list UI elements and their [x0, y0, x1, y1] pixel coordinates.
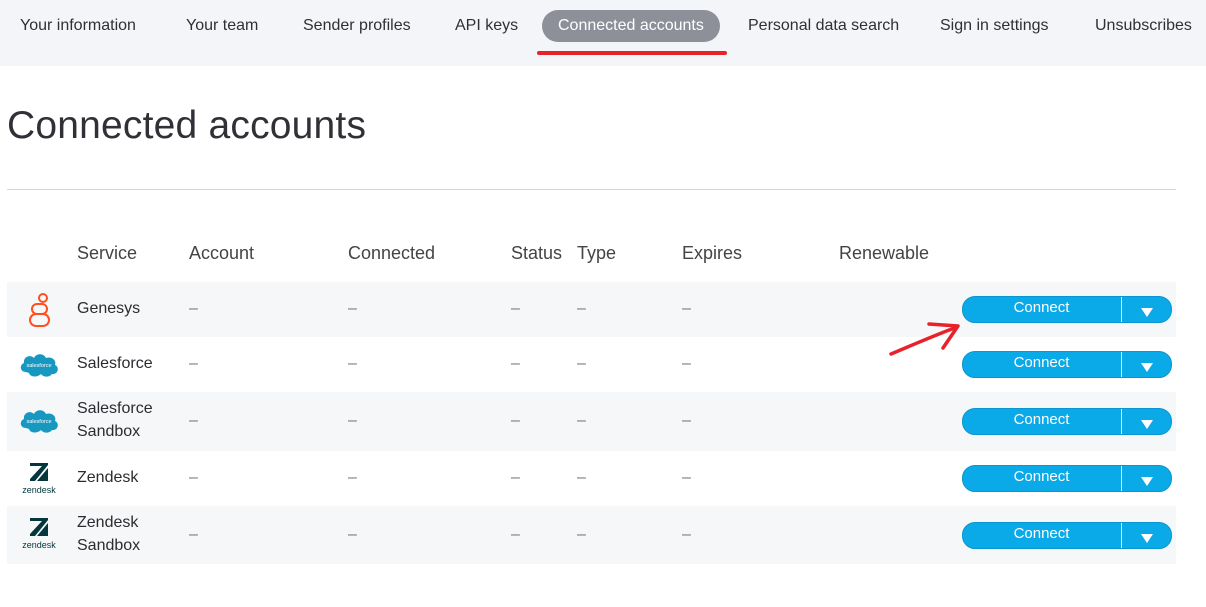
table-row: salesforce Salesforce Sandbox – – – – – … — [7, 392, 1176, 451]
connect-button-group: Connect — [962, 465, 1172, 492]
tab-connected-accounts[interactable]: Connected accounts — [542, 10, 720, 42]
caret-down-icon — [1141, 534, 1153, 543]
status-value: – — [511, 526, 520, 543]
type-value: – — [577, 469, 586, 486]
status-value: – — [511, 300, 520, 317]
type-value: – — [577, 300, 586, 317]
connected-value: – — [348, 355, 357, 372]
connect-button-group: Connect — [962, 408, 1172, 435]
expires-value: – — [682, 300, 691, 317]
tab-unsubscribes[interactable]: Unsubscribes — [1095, 10, 1192, 42]
table-row: salesforce Salesforce – – – – – Connect — [7, 337, 1176, 392]
expires-value: – — [682, 469, 691, 486]
genesys-logo-icon — [29, 293, 50, 327]
service-name-line1: Zendesk — [77, 514, 139, 531]
account-value: – — [189, 412, 198, 429]
type-value: – — [577, 526, 586, 543]
column-header-type: Type — [577, 243, 617, 263]
salesforce-logo-icon: salesforce — [20, 410, 58, 433]
status-value: – — [511, 412, 520, 429]
tab-sender-profiles[interactable]: Sender profiles — [303, 10, 411, 42]
connected-value: – — [348, 469, 357, 486]
top-navigation: Your information Your team Sender profil… — [0, 0, 1206, 66]
connect-button[interactable]: Connect — [963, 466, 1120, 491]
account-value: – — [189, 526, 198, 543]
expires-value: – — [682, 526, 691, 543]
caret-down-icon — [1141, 477, 1153, 486]
active-tab-annotation-underline — [537, 51, 727, 55]
connect-dropdown-toggle[interactable] — [1122, 466, 1171, 491]
status-value: – — [511, 355, 520, 372]
column-header-service: Service — [77, 243, 138, 263]
connect-button[interactable]: Connect — [963, 409, 1120, 434]
connected-value: – — [348, 300, 357, 317]
column-header-account: Account — [189, 243, 255, 263]
service-name-line1: Salesforce — [77, 400, 153, 417]
account-value: – — [189, 300, 198, 317]
annotation-arrow-icon — [889, 322, 960, 356]
connect-button[interactable]: Connect — [963, 523, 1120, 548]
expires-value: – — [682, 412, 691, 429]
table-row: zendesk Zendesk Sandbox – – – – – Connec… — [7, 506, 1176, 564]
zendesk-logo-icon: zendesk — [22, 463, 56, 495]
caret-down-icon — [1141, 420, 1153, 429]
tab-your-information[interactable]: Your information — [20, 10, 136, 42]
zendesk-logo-icon: zendesk — [22, 518, 56, 550]
column-header-expires: Expires — [682, 243, 743, 263]
column-header-renewable: Renewable — [839, 243, 930, 263]
column-header-status: Status — [511, 243, 563, 263]
connect-dropdown-toggle[interactable] — [1122, 352, 1171, 377]
tab-personal-data-search[interactable]: Personal data search — [748, 10, 899, 42]
connect-button[interactable]: Connect — [963, 352, 1120, 377]
salesforce-logo-icon: salesforce — [20, 354, 58, 377]
account-value: – — [189, 469, 198, 486]
connect-button[interactable]: Connect — [963, 297, 1120, 322]
service-name: Zendesk Sandbox — [77, 511, 140, 557]
service-name-line2: Sandbox — [77, 423, 141, 440]
service-name: Zendesk — [77, 469, 139, 486]
connect-button-group: Connect — [962, 296, 1172, 323]
type-value: – — [577, 412, 586, 429]
tab-sign-in-settings[interactable]: Sign in settings — [940, 10, 1049, 42]
account-value: – — [189, 355, 198, 372]
service-name: Salesforce Sandbox — [77, 397, 153, 443]
connect-button-group: Connect — [962, 522, 1172, 549]
svg-text:zendesk: zendesk — [22, 485, 56, 495]
column-header-connected: Connected — [348, 243, 436, 263]
type-value: – — [577, 355, 586, 372]
service-name: Genesys — [77, 300, 141, 317]
caret-down-icon — [1141, 363, 1153, 372]
svg-text:salesforce: salesforce — [26, 419, 51, 425]
svg-text:zendesk: zendesk — [22, 540, 56, 550]
connect-dropdown-toggle[interactable] — [1122, 297, 1171, 322]
svg-text:salesforce: salesforce — [26, 363, 51, 369]
tab-api-keys[interactable]: API keys — [455, 10, 518, 42]
connect-dropdown-toggle[interactable] — [1122, 409, 1171, 434]
caret-down-icon — [1141, 308, 1153, 317]
status-value: – — [511, 469, 520, 486]
title-divider — [7, 189, 1176, 190]
connect-button-group: Connect — [962, 351, 1172, 378]
page-title: Connected accounts — [7, 104, 367, 147]
tab-your-team[interactable]: Your team — [186, 10, 258, 42]
expires-value: – — [682, 355, 691, 372]
service-name: Salesforce — [77, 355, 153, 372]
table-row: Genesys – – – – – Connect — [7, 282, 1176, 337]
service-name-line2: Sandbox — [77, 537, 141, 554]
connected-value: – — [348, 526, 357, 543]
connect-dropdown-toggle[interactable] — [1122, 523, 1171, 548]
table-row: zendesk Zendesk – – – – – Connect — [7, 451, 1176, 506]
connected-value: – — [348, 412, 357, 429]
